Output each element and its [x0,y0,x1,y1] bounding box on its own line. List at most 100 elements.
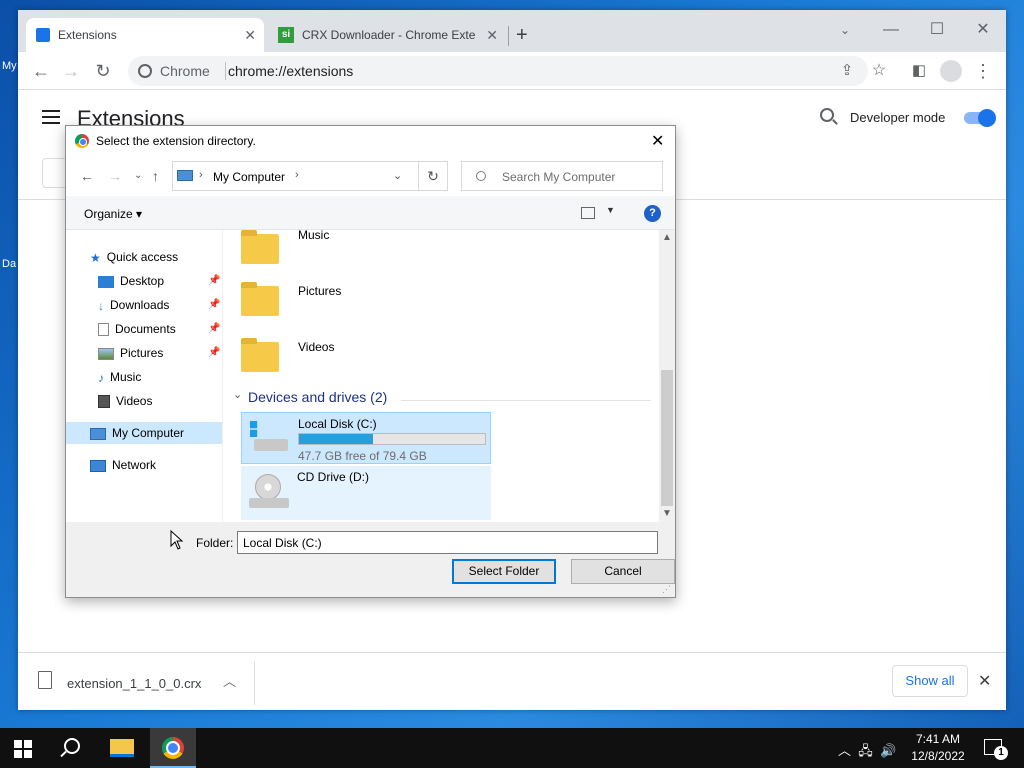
chevron-down-icon[interactable]: ⌄ [233,388,242,401]
drive-cd-d[interactable]: CD Drive (D:) [241,466,491,520]
close-window-button[interactable]: ✕ [960,16,1006,44]
refresh-button[interactable]: ↻ [418,161,448,191]
maximize-button[interactable]: ☐ [914,16,960,44]
nav-item-desktop[interactable]: Desktop 📌 [98,270,220,292]
videos-folder-icon[interactable] [241,338,279,372]
download-item-name[interactable]: extension_1_1_0_0.crx [67,676,201,691]
divider [254,661,255,705]
back-button[interactable]: ← [28,58,54,84]
close-icon[interactable]: ✕ [978,671,991,691]
organize-menu[interactable]: Organize ▾ [84,207,142,221]
recent-locations-chevron-icon[interactable]: ⌄ [134,170,142,181]
nav-item-quick-access[interactable]: ★ Quick access [90,246,178,268]
scroll-down-icon[interactable]: ▼ [662,508,672,519]
chevron-down-icon[interactable]: ▼ [606,205,615,215]
si-favicon: si [278,27,294,43]
search-icon[interactable] [64,738,80,754]
nav-item-music[interactable]: ♪ Music [98,366,141,388]
close-icon[interactable]: ✕ [486,27,498,44]
menu-kebab-icon[interactable]: ⋮ [970,58,996,84]
nav-item-my-computer[interactable]: My Computer [66,422,222,444]
new-tab-button[interactable]: + [516,24,528,47]
vertical-scrollbar[interactable]: ▲ ▼ [659,230,675,522]
up-arrow-icon[interactable]: ↑ [152,168,159,184]
cancel-button[interactable]: Cancel [571,559,675,584]
dialog-command-bar: Organize ▾ ▼ ? [66,196,675,230]
nav-item-downloads[interactable]: ↓ Downloads 📌 [98,294,220,316]
mouse-cursor-icon [170,530,184,550]
address-bar[interactable]: Chrome chrome://extensions [128,56,868,86]
navigation-pane: ★ Quick access Desktop 📌 ↓ Downloads 📌 Doc… [66,230,223,522]
forward-arrow-icon[interactable]: → [108,168,122,184]
pin-icon: 📌 [208,299,221,310]
windows-start-button[interactable] [14,740,32,758]
select-folder-dialog: Select the extension directory. ✕ ← → ⌄ … [65,125,676,598]
dialog-title: Select the extension directory. [96,134,256,148]
minimize-button[interactable]: — [868,16,914,44]
notification-badge: 1 [994,746,1008,760]
search-placeholder[interactable]: Search My Computer [502,170,615,184]
developer-mode-toggle[interactable] [964,109,996,127]
select-folder-button[interactable]: Select Folder [452,559,556,584]
nav-item-videos[interactable]: Videos [98,390,152,412]
desktop-icon-label-partial[interactable]: My [2,60,17,72]
view-options-icon[interactable] [581,207,595,219]
tab-title: Extensions [58,28,117,42]
clock-time[interactable]: 7:41 AM [900,732,976,746]
tab-crx-downloader[interactable]: si CRX Downloader - Chrome Exte ✕ [268,18,506,52]
file-icon [38,671,52,689]
search-icon[interactable] [820,108,834,122]
group-header[interactable]: Devices and drives (2) [248,389,387,405]
chevron-right-icon[interactable]: › [199,169,203,181]
chevron-down-icon[interactable]: ⌄ [393,169,402,182]
pictures-folder-icon[interactable] [241,282,279,316]
scroll-up-icon[interactable]: ▲ [662,232,672,243]
music-folder-icon[interactable] [241,230,279,264]
clock-date[interactable]: 12/8/2022 [900,749,976,763]
folder-field[interactable] [237,531,658,554]
folder-label[interactable]: Pictures [298,284,341,298]
resize-grip-icon[interactable]: ⋰ [662,584,671,595]
back-arrow-icon[interactable]: ← [80,168,94,184]
address-breadcrumb[interactable]: › My Computer › ⌄ [172,161,448,191]
scrollbar-thumb[interactable] [661,370,673,506]
search-box[interactable]: Search My Computer [461,161,663,191]
help-icon[interactable]: ? [644,205,661,222]
share-icon[interactable]: ⇪ [834,58,860,84]
desktop-icon-label-partial[interactable]: Da [2,258,16,270]
breadcrumb-my-computer[interactable]: My Computer [213,170,285,184]
chrome-taskbar-button[interactable] [150,728,196,768]
divider [401,400,651,401]
chrome-logo-icon [75,134,89,148]
hamburger-menu-icon[interactable] [42,110,60,124]
start-logo-pane [14,750,22,758]
bookmark-star-icon[interactable]: ☆ [866,58,892,84]
nav-item-pictures[interactable]: Pictures 📌 [98,342,220,364]
windows-drive-icon [250,421,290,457]
nav-label: Quick access [106,250,179,264]
folder-label[interactable]: Videos [298,340,334,354]
show-all-button[interactable]: Show all [892,665,968,697]
side-panel-icon[interactable]: ◧ [906,58,932,84]
tab-search-chevron-icon[interactable]: ⌄ [822,16,868,44]
computer-icon [90,427,106,440]
drive-name: CD Drive (D:) [297,470,369,484]
folder-label[interactable]: Music [298,230,329,242]
tab-strip: Extensions ✕ si CRX Downloader - Chrome … [18,10,1006,52]
profile-avatar[interactable] [940,60,962,82]
close-icon[interactable]: ✕ [244,27,256,44]
file-explorer-icon[interactable] [110,739,134,757]
url-text[interactable]: chrome://extensions [228,63,353,79]
download-arrow-icon: ↓ [98,298,104,313]
puzzle-icon [36,28,50,42]
nav-item-documents[interactable]: Documents 📌 [98,318,220,340]
forward-button[interactable]: → [58,58,84,84]
nav-item-network[interactable]: Network [90,454,156,476]
system-tray-icons[interactable]: ︿ 🖧 🔊 [838,740,896,764]
chevron-right-icon[interactable]: › [295,169,299,181]
close-icon[interactable]: ✕ [651,131,664,151]
reload-button[interactable]: ↻ [90,58,116,84]
tab-extensions[interactable]: Extensions ✕ [26,18,264,52]
drive-local-disk-c[interactable]: Local Disk (C:) 47.7 GB free of 79.4 GB [241,412,491,464]
chevron-up-icon[interactable]: ︿ [223,671,236,690]
